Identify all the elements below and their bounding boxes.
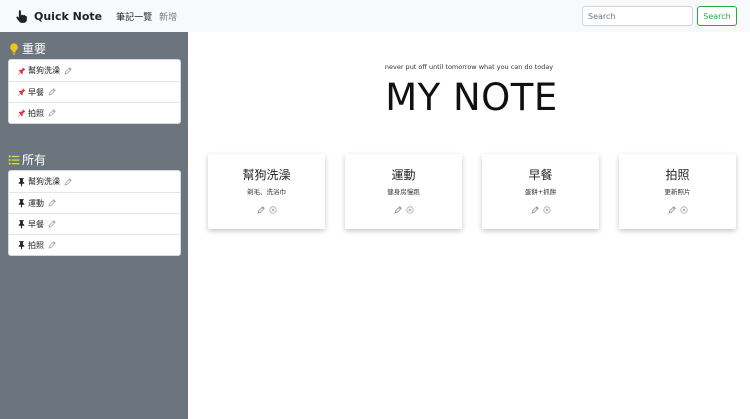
pin-icon (17, 88, 26, 97)
delete-icon[interactable] (542, 206, 551, 214)
card-actions (208, 206, 325, 214)
important-list: 幫狗洗澡 早餐 拍照 (8, 59, 181, 124)
important-heading: 重要 (8, 40, 46, 57)
card-text: 蛋餅+抓餅 (524, 188, 557, 196)
list-item-label: 運動 (28, 198, 44, 208)
nav-link-add[interactable]: 新增 (159, 10, 177, 23)
important-item[interactable]: 拍照 (9, 102, 180, 123)
all-item[interactable]: 運動 (9, 192, 180, 213)
edit-icon[interactable] (256, 206, 265, 214)
card-text: 健身房慢跑 (387, 188, 420, 196)
edit-icon[interactable] (64, 66, 72, 75)
nav-link-note-list[interactable]: 筆記一覽 (116, 10, 152, 23)
delete-icon[interactable] (405, 206, 414, 214)
all-list: 幫狗洗澡 運動 早餐 拍照 (8, 170, 181, 256)
all-title: 所有 (22, 153, 47, 167)
all-item[interactable]: 幫狗洗澡 (9, 171, 180, 192)
all-item[interactable]: 拍照 (9, 234, 180, 255)
main-content: never put off until tomorrow what you ca… (188, 32, 750, 419)
card-actions (345, 206, 462, 214)
edit-icon[interactable] (64, 177, 72, 186)
pin-icon (17, 109, 26, 118)
list-item-label: 幫狗洗澡 (28, 177, 60, 186)
list-item-label: 幫狗洗澡 (28, 66, 60, 75)
edit-icon[interactable] (667, 206, 676, 214)
card-title: 早餐 (528, 168, 553, 182)
page-title: MY NOTE (385, 76, 558, 119)
pin-icon (18, 199, 25, 208)
list-item-label: 拍照 (28, 240, 44, 250)
delete-icon[interactable] (679, 206, 688, 214)
card-text: 剃毛、洗浴巾 (247, 188, 286, 196)
lightbulb-icon (10, 42, 18, 55)
card-title: 運動 (391, 168, 416, 182)
search-button[interactable]: Search (697, 6, 737, 26)
note-card[interactable]: 早餐 蛋餅+抓餅 (482, 154, 599, 229)
note-card[interactable]: 運動 健身房慢跑 (345, 154, 462, 229)
card-title: 拍照 (665, 168, 690, 182)
edit-icon[interactable] (48, 88, 56, 96)
card-actions (482, 206, 599, 214)
important-item[interactable]: 幫狗洗澡 (9, 60, 180, 81)
all-heading: 所有 (8, 151, 46, 168)
list-item-label: 早餐 (28, 219, 44, 229)
edit-icon[interactable] (48, 109, 56, 117)
brand-name: Quick Note (34, 9, 103, 23)
list-item-label: 拍照 (28, 108, 44, 118)
card-title: 幫狗洗澡 (242, 168, 291, 182)
search-input[interactable] (582, 6, 693, 26)
edit-icon[interactable] (393, 206, 402, 214)
navbar: Quick Note 筆記一覽 新增 Search (0, 0, 750, 32)
edit-icon[interactable] (48, 241, 56, 249)
note-card[interactable]: 拍照 更新照片 (619, 154, 736, 229)
list-icon (8, 155, 20, 165)
card-actions (619, 206, 736, 214)
delete-icon[interactable] (268, 206, 277, 214)
edit-icon[interactable] (48, 199, 56, 207)
note-card[interactable]: 幫狗洗澡 剃毛、洗浴巾 (208, 154, 325, 229)
edit-icon[interactable] (48, 220, 56, 228)
edit-icon[interactable] (530, 206, 539, 214)
quote: never put off until tomorrow what you ca… (384, 63, 554, 71)
pin-icon (18, 220, 25, 229)
pin-icon (17, 66, 26, 75)
all-item[interactable]: 早餐 (9, 213, 180, 234)
pin-icon (18, 177, 25, 186)
brand[interactable]: Quick Note (14, 10, 102, 23)
search-form: Search (582, 6, 737, 26)
list-item-label: 早餐 (28, 87, 44, 97)
card-text: 更新照片 (664, 188, 691, 196)
pin-icon (18, 241, 25, 250)
hand-pointer-icon (16, 9, 27, 23)
important-item[interactable]: 早餐 (9, 81, 180, 102)
important-title: 重要 (22, 42, 47, 56)
sidebar: 重要 幫狗洗澡 早餐 拍照 所有 幫狗洗澡 運動 早餐 拍照 (0, 32, 188, 419)
